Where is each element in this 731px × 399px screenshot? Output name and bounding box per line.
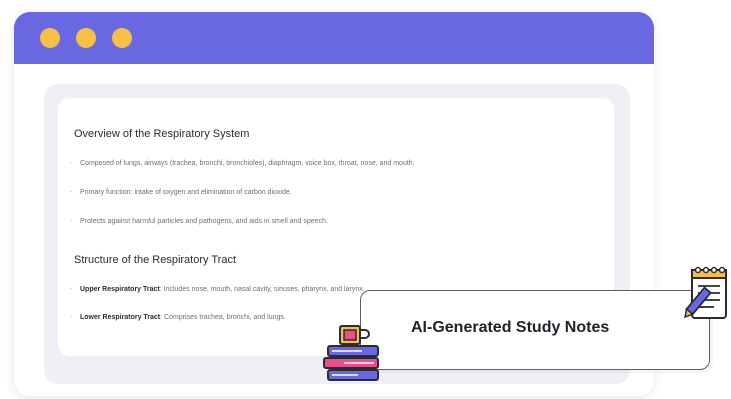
bullet-text: : Comprises trachea, bronchi, and lungs. [160,314,286,321]
ai-notes-label: AI-Generated Study Notes [411,319,610,336]
notepad-and-pencil-icon [684,266,727,319]
bullet-item: Composed of lungs, airways (trachea, bro… [70,160,415,167]
bullet-item: Protects against harmful particles and p… [70,218,328,225]
bullet-item: Lower Respiratory Tract: Comprises trach… [70,314,286,321]
bullet-bold-label: Lower Respiratory Tract [80,314,161,321]
bullet-bold-label: Upper Respiratory Tract [80,286,160,293]
bullet-item: Upper Respiratory Tract: Includes nose, … [70,286,365,293]
books-and-mug-icon [323,325,379,381]
section-title-overview: Overview of the Respiratory System [74,128,250,140]
bullet-item: Primary function: intake of oxygen and e… [70,189,292,196]
bullet-text: : Includes nose, mouth, nasal cavity, si… [159,286,365,293]
section-title-structure: Structure of the Respiratory Tract [74,254,237,266]
window-dot-icon [112,28,132,48]
window-dot-icon [76,28,96,48]
window-titlebar [14,12,654,64]
ai-notes-badge: AI-Generated Study Notes [360,290,710,370]
window-dot-icon [40,28,60,48]
